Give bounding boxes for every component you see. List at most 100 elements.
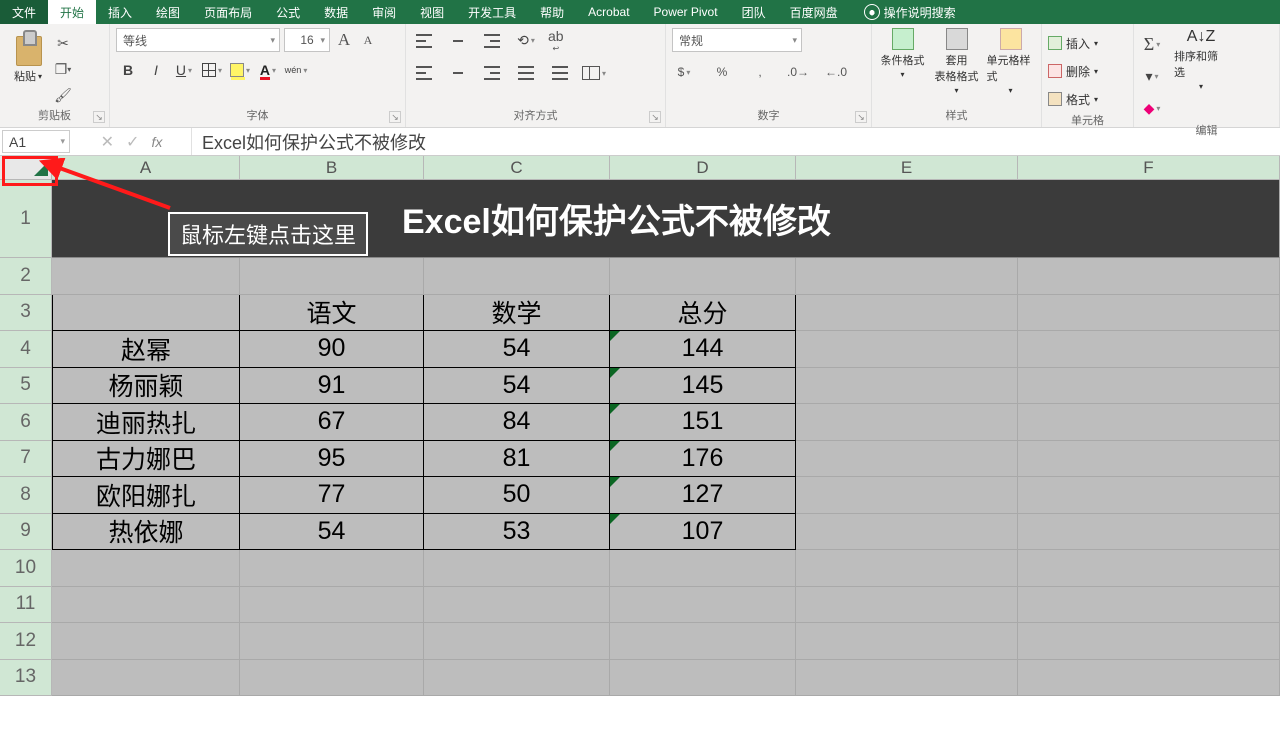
insert-cells-button[interactable]: 插入▾ — [1048, 32, 1127, 54]
cell-D6[interactable]: 151 — [610, 404, 796, 441]
cut-button[interactable]: ✂ — [54, 34, 72, 52]
align-right-button[interactable] — [480, 61, 504, 85]
copy-button[interactable]: ❐▾ — [54, 60, 72, 78]
number-format-combo[interactable]: 常规 — [672, 28, 802, 52]
cell-C12[interactable] — [424, 623, 610, 660]
tab-layout[interactable]: 页面布局 — [192, 0, 264, 24]
row-header-13[interactable]: 13 — [0, 660, 52, 697]
cell-E4[interactable] — [796, 331, 1018, 368]
cell-D2[interactable] — [610, 258, 796, 295]
borders-button[interactable]: ▾ — [200, 58, 224, 82]
tab-file[interactable]: 文件 — [0, 0, 48, 24]
cell-F7[interactable] — [1018, 441, 1280, 478]
tab-powerpivot[interactable]: Power Pivot — [642, 0, 730, 24]
cell-C8[interactable]: 50 — [424, 477, 610, 514]
cell-D9[interactable]: 107 — [610, 514, 796, 551]
cell-C13[interactable] — [424, 660, 610, 697]
fill-button[interactable]: ▾▾ — [1140, 64, 1164, 88]
cell-B9[interactable]: 54 — [240, 514, 424, 551]
align-middle-button[interactable] — [446, 29, 470, 53]
autosum-button[interactable]: Σ▾ — [1140, 32, 1164, 56]
tab-acrobat[interactable]: Acrobat — [576, 0, 641, 24]
cell-F8[interactable] — [1018, 477, 1280, 514]
row-header-8[interactable]: 8 — [0, 477, 52, 514]
number-launcher[interactable]: ↘ — [855, 111, 867, 123]
cell-C6[interactable]: 84 — [424, 404, 610, 441]
tab-team[interactable]: 团队 — [730, 0, 778, 24]
decrease-indent-button[interactable] — [514, 61, 538, 85]
increase-decimal-button[interactable]: .0→ — [786, 60, 810, 84]
cell-C5[interactable]: 54 — [424, 368, 610, 405]
tab-draw[interactable]: 绘图 — [144, 0, 192, 24]
cell-A6[interactable]: 迪丽热扎 — [52, 404, 240, 441]
cell-E11[interactable] — [796, 587, 1018, 624]
comma-format-button[interactable]: , — [748, 60, 772, 84]
cell-A8[interactable]: 欧阳娜扎 — [52, 477, 240, 514]
row-header-1[interactable]: 1 — [0, 180, 52, 258]
cell-E5[interactable] — [796, 368, 1018, 405]
cell-A7[interactable]: 古力娜巴 — [52, 441, 240, 478]
row-header-6[interactable]: 6 — [0, 404, 52, 441]
cell-D11[interactable] — [610, 587, 796, 624]
bold-button[interactable]: B — [116, 58, 140, 82]
col-header-C[interactable]: C — [424, 156, 610, 179]
cell-B11[interactable] — [240, 587, 424, 624]
shrink-font-button[interactable]: A — [358, 30, 378, 50]
cell-F6[interactable] — [1018, 404, 1280, 441]
cell-C4[interactable]: 54 — [424, 331, 610, 368]
cell-A9[interactable]: 热依娜 — [52, 514, 240, 551]
cell-C9[interactable]: 53 — [424, 514, 610, 551]
cell-C10[interactable] — [424, 550, 610, 587]
font-size-combo[interactable]: 16 — [284, 28, 330, 52]
cell-E3[interactable] — [796, 295, 1018, 332]
cell-B8[interactable]: 77 — [240, 477, 424, 514]
clipboard-launcher[interactable]: ↘ — [93, 111, 105, 123]
name-box[interactable]: A1 — [2, 130, 70, 153]
tab-view[interactable]: 视图 — [408, 0, 456, 24]
tab-data[interactable]: 数据 — [312, 0, 360, 24]
cell-F11[interactable] — [1018, 587, 1280, 624]
cell-E9[interactable] — [796, 514, 1018, 551]
cell-A2[interactable] — [52, 258, 240, 295]
row-header-3[interactable]: 3 — [0, 295, 52, 332]
cell-B6[interactable]: 67 — [240, 404, 424, 441]
cell-F5[interactable] — [1018, 368, 1280, 405]
cell-A4[interactable]: 赵幂 — [52, 331, 240, 368]
cell-B12[interactable] — [240, 623, 424, 660]
cell-F13[interactable] — [1018, 660, 1280, 697]
cell-C7[interactable]: 81 — [424, 441, 610, 478]
tell-me-search[interactable]: 操作说明搜索 — [858, 0, 962, 24]
cell-B2[interactable] — [240, 258, 424, 295]
cell-E6[interactable] — [796, 404, 1018, 441]
cell-E8[interactable] — [796, 477, 1018, 514]
cell-D7[interactable]: 176 — [610, 441, 796, 478]
sort-filter-button[interactable]: A↓Z 排序和筛选▾ — [1174, 28, 1228, 91]
cell-A10[interactable] — [52, 550, 240, 587]
cell-A12[interactable] — [52, 623, 240, 660]
cell-B3[interactable]: 语文 — [240, 295, 424, 332]
cell-C2[interactable] — [424, 258, 610, 295]
cell-E2[interactable] — [796, 258, 1018, 295]
col-header-B[interactable]: B — [240, 156, 424, 179]
italic-button[interactable]: I — [144, 58, 168, 82]
conditional-format-button[interactable]: 条件格式▾ — [879, 28, 927, 79]
tab-formulas[interactable]: 公式 — [264, 0, 312, 24]
row-header-11[interactable]: 11 — [0, 587, 52, 624]
row-header-12[interactable]: 12 — [0, 623, 52, 660]
cell-A5[interactable]: 杨丽颖 — [52, 368, 240, 405]
cell-F10[interactable] — [1018, 550, 1280, 587]
accounting-format-button[interactable]: $▾ — [672, 60, 696, 84]
row-header-4[interactable]: 4 — [0, 331, 52, 368]
tab-help[interactable]: 帮助 — [528, 0, 576, 24]
cell-F9[interactable] — [1018, 514, 1280, 551]
cell-A11[interactable] — [52, 587, 240, 624]
cell-F2[interactable] — [1018, 258, 1280, 295]
cell-B5[interactable]: 91 — [240, 368, 424, 405]
cell-B4[interactable]: 90 — [240, 331, 424, 368]
row-header-9[interactable]: 9 — [0, 514, 52, 551]
grow-font-button[interactable]: A — [334, 30, 354, 50]
tab-dev[interactable]: 开发工具 — [456, 0, 528, 24]
tab-baidu[interactable]: 百度网盘 — [778, 0, 850, 24]
cell-B10[interactable] — [240, 550, 424, 587]
enter-formula-icon[interactable]: ✓ — [126, 132, 139, 152]
